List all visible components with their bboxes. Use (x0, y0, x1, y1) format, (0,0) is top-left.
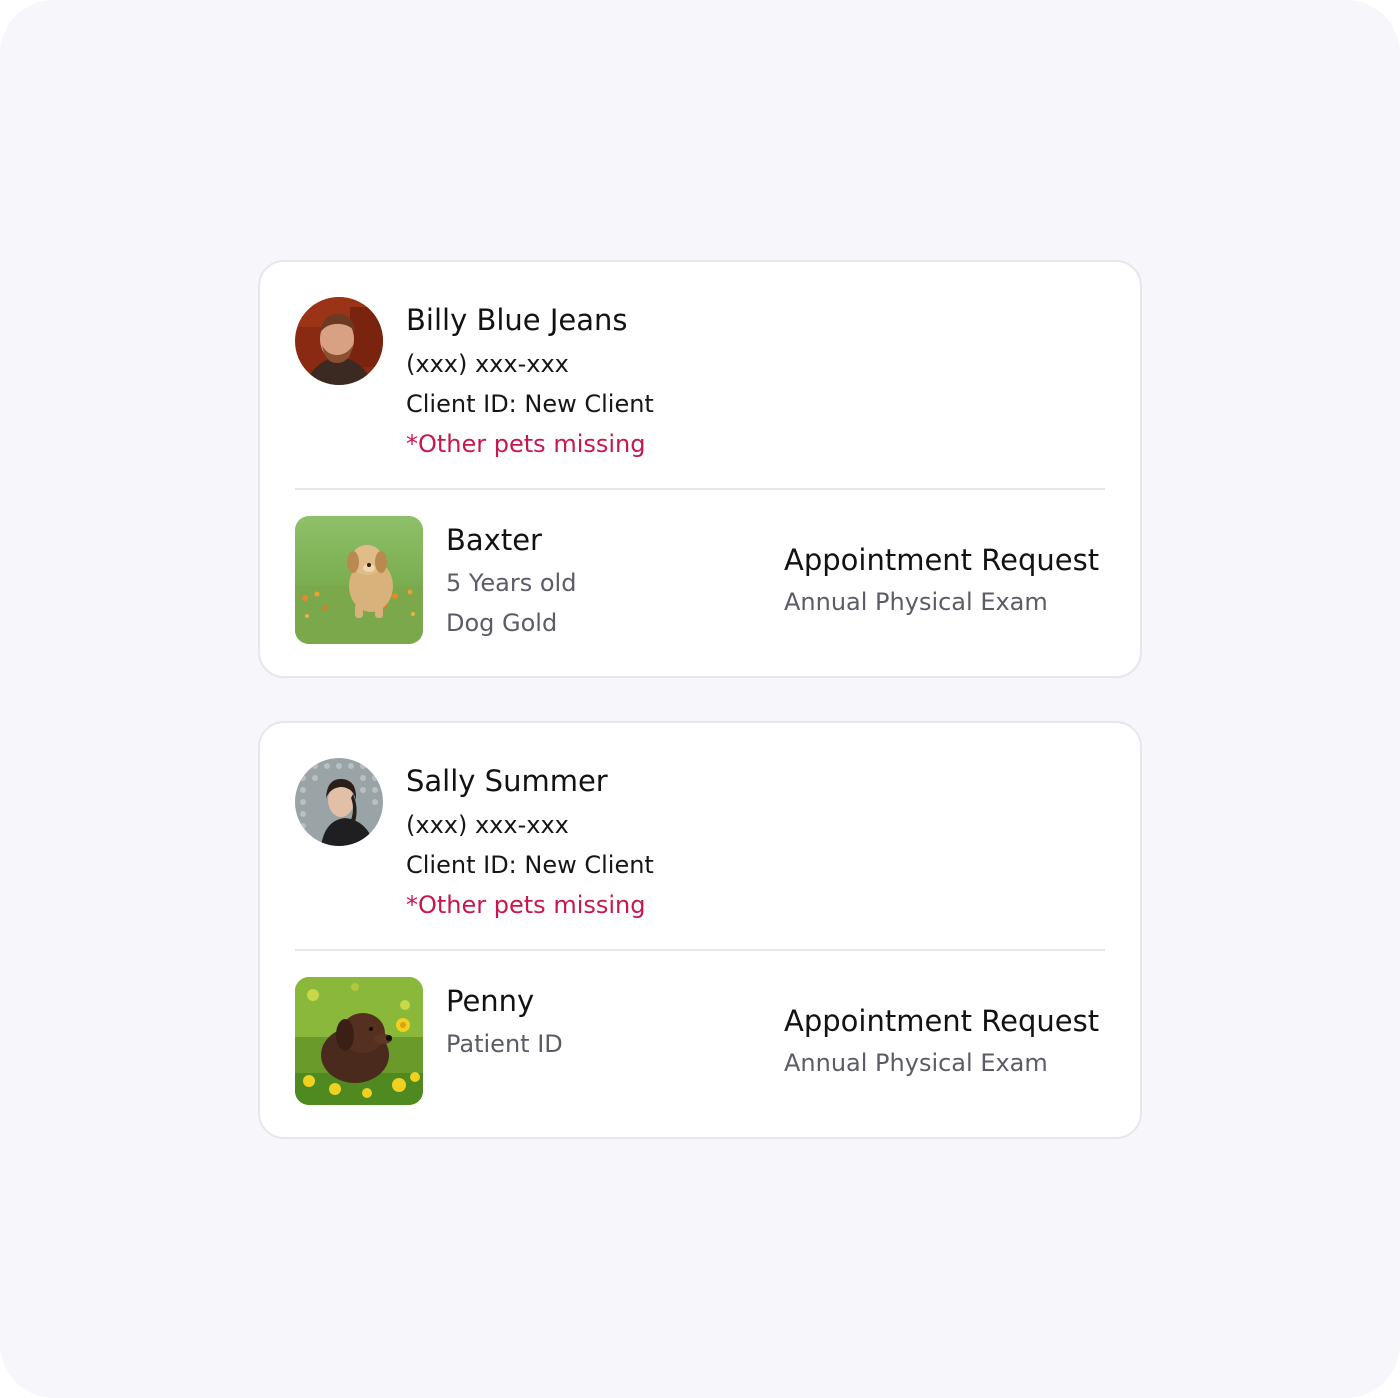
appointment-card[interactable]: Sally Summer (xxx) xxx-xxx Client ID: Ne… (258, 721, 1142, 1139)
pet-breed: Dog Gold (446, 609, 558, 637)
client-avatar (295, 297, 383, 385)
divider (295, 488, 1105, 490)
pet-name[interactable]: Penny (446, 981, 563, 1021)
page-background: Billy Blue Jeans (xxx) xxx-xxx Client ID… (0, 0, 1400, 1398)
pet-photo (295, 977, 423, 1105)
missing-pets-warning: *Other pets missing (406, 891, 646, 919)
client-info: Billy Blue Jeans (xxx) xxx-xxx Client ID… (406, 300, 654, 464)
appointment-type: Annual Physical Exam (784, 588, 1048, 616)
client-phone: (xxx) xxx-xxx (406, 811, 569, 839)
pet-name[interactable]: Baxter (446, 520, 576, 560)
pet-photo (295, 516, 423, 644)
appointment-title: Appointment Request (784, 1004, 1100, 1038)
client-name[interactable]: Billy Blue Jeans (406, 300, 654, 340)
appointment-info: Appointment Request Annual Physical Exam (784, 1001, 1099, 1083)
client-info: Sally Summer (xxx) xxx-xxx Client ID: Ne… (406, 761, 654, 925)
pet-age: 5 Years old (446, 569, 577, 597)
appointment-type: Annual Physical Exam (784, 1049, 1048, 1077)
missing-pets-warning: *Other pets missing (406, 430, 646, 458)
client-id: Client ID: New Client (406, 851, 654, 879)
client-avatar (295, 758, 383, 846)
patient-id: Patient ID (446, 1030, 563, 1058)
pet-info: Baxter 5 Years old Dog Gold (446, 520, 576, 643)
client-phone: (xxx) xxx-xxx (406, 350, 569, 378)
pet-info: Penny Patient ID (446, 981, 563, 1064)
appointment-card[interactable]: Billy Blue Jeans (xxx) xxx-xxx Client ID… (258, 260, 1142, 678)
client-id: Client ID: New Client (406, 390, 654, 418)
divider (295, 949, 1105, 951)
appointment-title: Appointment Request (784, 543, 1100, 577)
client-name[interactable]: Sally Summer (406, 761, 654, 801)
appointment-info: Appointment Request Annual Physical Exam (784, 540, 1099, 622)
